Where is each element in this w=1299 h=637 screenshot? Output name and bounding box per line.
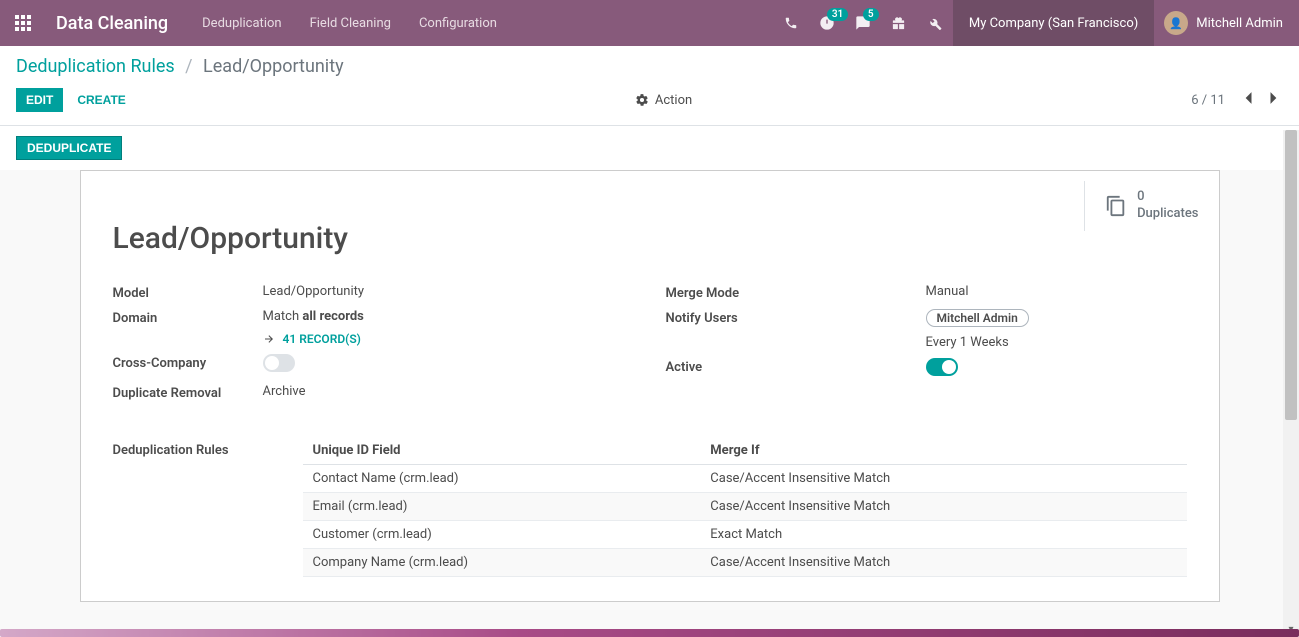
action-label: Action [655, 93, 692, 108]
avatar: 👤 [1164, 11, 1188, 35]
label-active: Active [666, 358, 926, 375]
nav-field-cleaning[interactable]: Field Cleaning [296, 0, 405, 46]
records-link-text: 41 RECORD(S) [283, 332, 361, 346]
records-link[interactable]: 41 RECORD(S) [263, 332, 634, 346]
col-unique-id: Unique ID Field [303, 437, 701, 465]
messages-icon[interactable]: 5 [845, 0, 881, 46]
bottom-stripe [0, 629, 1299, 637]
apps-menu-icon[interactable] [0, 0, 46, 46]
record-title: Lead/Opportunity [113, 221, 1187, 256]
tools-icon[interactable] [917, 0, 953, 46]
control-panel: Deduplication Rules / Lead/Opportunity E… [0, 46, 1299, 126]
value-domain: Match all records [263, 309, 364, 324]
value-duplicate-removal: Archive [263, 384, 634, 399]
edit-button[interactable]: EDIT [16, 88, 63, 112]
cell-field: Customer (crm.lead) [303, 521, 701, 549]
cell-field: Email (crm.lead) [303, 493, 701, 521]
pager-next[interactable] [1265, 87, 1283, 113]
arrow-right-icon [263, 333, 275, 345]
breadcrumb-sep: / [179, 56, 198, 77]
cell-merge-if: Case/Accent Insensitive Match [700, 549, 1186, 577]
label-frequency [666, 335, 926, 337]
breadcrumb: Deduplication Rules / Lead/Opportunity [16, 56, 1283, 77]
phone-icon[interactable] [773, 0, 809, 46]
value-merge-mode: Manual [926, 284, 1187, 299]
duplicates-icon [1105, 195, 1127, 217]
toggle-cross-company[interactable] [263, 354, 295, 372]
nav-configuration[interactable]: Configuration [405, 0, 511, 46]
scrollbar[interactable]: ▾ [1283, 130, 1299, 637]
cell-merge-if: Case/Accent Insensitive Match [700, 493, 1186, 521]
toggle-active[interactable] [926, 358, 958, 376]
pager-position[interactable]: 6 / 11 [1191, 93, 1225, 108]
nav-deduplication[interactable]: Deduplication [188, 0, 295, 46]
table-row[interactable]: Company Name (crm.lead)Case/Accent Insen… [303, 549, 1187, 577]
label-model: Model [113, 284, 263, 301]
duplicates-label: Duplicates [1137, 206, 1198, 223]
table-row[interactable]: Email (crm.lead)Case/Accent Insensitive … [303, 493, 1187, 521]
activities-icon[interactable]: 31 [809, 0, 845, 46]
user-menu[interactable]: 👤 Mitchell Admin [1154, 0, 1299, 46]
gear-icon [635, 93, 649, 107]
create-button[interactable]: CREATE [67, 88, 135, 112]
cell-field: Contact Name (crm.lead) [303, 465, 701, 493]
cell-merge-if: Case/Accent Insensitive Match [700, 465, 1186, 493]
pager-prev[interactable] [1239, 87, 1257, 113]
table-row[interactable]: Contact Name (crm.lead)Case/Accent Insen… [303, 465, 1187, 493]
duplicates-stat-button[interactable]: 0 Duplicates [1084, 181, 1218, 231]
status-bar: DEDUPLICATE [0, 126, 1299, 170]
app-brand[interactable]: Data Cleaning [46, 13, 188, 34]
gift-icon[interactable] [881, 0, 917, 46]
user-name: Mitchell Admin [1196, 16, 1283, 31]
label-dedup-rules: Deduplication Rules [113, 437, 303, 577]
form-sheet: 0 Duplicates Lead/Opportunity Model Lead… [80, 170, 1220, 602]
messages-badge: 5 [863, 8, 879, 21]
label-notify-users: Notify Users [666, 309, 926, 326]
company-switcher[interactable]: My Company (San Francisco) [953, 0, 1154, 46]
cell-merge-if: Exact Match [700, 521, 1186, 549]
content-scroll[interactable]: DEDUPLICATE 0 Duplicates Lead/Opportunit… [0, 126, 1299, 633]
cell-field: Company Name (crm.lead) [303, 549, 701, 577]
duplicates-count: 0 [1137, 189, 1198, 206]
breadcrumb-parent[interactable]: Deduplication Rules [16, 56, 175, 77]
value-model: Lead/Opportunity [263, 284, 634, 299]
deduplicate-button[interactable]: DEDUPLICATE [16, 136, 122, 160]
label-domain: Domain [113, 309, 263, 326]
value-frequency: Every 1 Weeks [926, 335, 1187, 350]
table-row[interactable]: Customer (crm.lead)Exact Match [303, 521, 1187, 549]
col-merge-if: Merge If [700, 437, 1186, 465]
label-duplicate-removal: Duplicate Removal [113, 384, 263, 401]
label-cross-company: Cross-Company [113, 354, 263, 371]
nav-menu: Deduplication Field Cleaning Configurati… [188, 0, 511, 46]
breadcrumb-current: Lead/Opportunity [203, 56, 344, 77]
action-menu[interactable]: Action [635, 93, 692, 108]
label-merge-mode: Merge Mode [666, 284, 926, 301]
top-navbar: Data Cleaning Deduplication Field Cleani… [0, 0, 1299, 46]
notify-user-tag[interactable]: Mitchell Admin [926, 309, 1029, 327]
rules-table: Unique ID Field Merge If Contact Name (c… [303, 437, 1187, 577]
scrollbar-thumb[interactable] [1285, 130, 1297, 420]
